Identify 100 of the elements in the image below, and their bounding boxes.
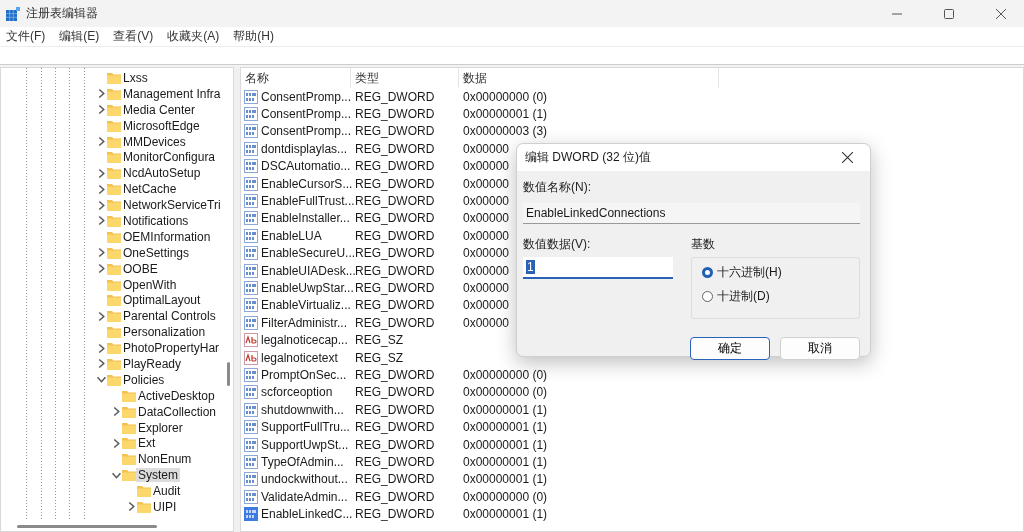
chevron-right-icon[interactable] (96, 168, 106, 178)
chevron-right-icon[interactable] (111, 438, 121, 448)
value-name[interactable]: dontdisplaylas... (260, 141, 348, 156)
string-value-icon (244, 333, 258, 348)
value-data: 0x00000001 (1) (462, 437, 548, 452)
tree-item[interactable]: System (136, 468, 180, 483)
chevron-right-icon[interactable] (96, 264, 106, 274)
tree-item[interactable]: NonEnum (136, 452, 194, 467)
menu-item[interactable]: 编辑(E) (59, 28, 100, 45)
scrollbar-thumb[interactable] (227, 362, 230, 386)
tree-item[interactable]: MicrosoftEdge (121, 118, 202, 133)
chevron-right-icon[interactable] (96, 137, 106, 146)
value-name[interactable]: ConsentPromp... (260, 124, 352, 139)
value-name[interactable]: PromptOnSec... (260, 367, 347, 382)
menu-item[interactable]: 查看(V) (113, 28, 154, 45)
radio-option[interactable]: 十六进制(H) (702, 264, 859, 281)
value-name[interactable]: EnableLUA (260, 228, 322, 243)
chevron-right-icon[interactable] (96, 359, 106, 369)
chevron-right-icon[interactable] (96, 343, 106, 353)
chevron-right-icon[interactable] (96, 184, 106, 194)
tree-item[interactable]: Management Infra (121, 86, 223, 101)
folder-icon (107, 71, 121, 84)
tree-item[interactable]: NetCache (121, 182, 179, 197)
chevron-right-icon[interactable] (111, 407, 121, 417)
folder-icon (107, 294, 121, 307)
tree-item[interactable]: Personalization (121, 325, 208, 340)
folder-icon (107, 167, 121, 180)
chevron-right-icon[interactable] (96, 89, 106, 99)
value-name[interactable]: EnableSecureU... (260, 246, 356, 261)
tree-item[interactable]: Ext (136, 436, 158, 451)
tree-item[interactable]: Explorer (136, 420, 185, 435)
value-type: REG_DWORD (354, 298, 435, 313)
value-type: REG_DWORD (354, 124, 435, 139)
tree-item[interactable]: MMDevices (121, 134, 188, 149)
value-name[interactable]: EnableCursorS... (260, 176, 353, 191)
value-name[interactable]: SupportFullTru... (260, 420, 350, 435)
binary-value-icon (244, 141, 258, 156)
value-name[interactable]: EnableLinkedC... (260, 507, 353, 522)
value-name-field[interactable]: EnableLinkedConnections (523, 203, 860, 224)
value-name[interactable]: ConsentPromp... (260, 107, 352, 122)
value-name[interactable]: scforceoption (260, 385, 333, 400)
tree-item[interactable]: OneSettings (121, 245, 192, 260)
tree-item[interactable]: OptimalLayout (121, 293, 203, 308)
column-header[interactable]: 名称 (241, 68, 351, 88)
chevron-right-icon[interactable] (96, 200, 106, 210)
menu-item[interactable]: 收藏夹(A) (167, 28, 220, 45)
chevron-right-icon[interactable] (96, 311, 106, 321)
tree-item[interactable]: UIPI (151, 500, 179, 514)
menu-item[interactable]: 文件(F) (6, 28, 46, 45)
binary-value-icon (244, 437, 258, 452)
chevron-right-icon[interactable] (96, 248, 106, 258)
value-name[interactable]: EnableUwpStar... (260, 281, 354, 295)
field-label: 数值数据(V): (523, 236, 592, 253)
tree-item[interactable]: Policies (121, 372, 167, 387)
tree-item[interactable]: Notifications (121, 213, 191, 228)
chevron-right-icon[interactable] (126, 502, 136, 512)
dialog-title: 编辑 DWORD (32 位)值 (525, 149, 652, 166)
menu-item[interactable]: 帮助(H) (233, 28, 274, 45)
tree-item[interactable]: Media Center (121, 102, 198, 117)
value-name[interactable]: shutdownwith... (260, 402, 344, 417)
tree-item[interactable]: Parental Controls (121, 309, 218, 324)
scrollbar-thumb[interactable] (17, 524, 157, 528)
tree-item[interactable]: OOBE (121, 261, 160, 276)
chevron-right-icon[interactable] (96, 105, 106, 115)
value-name[interactable]: ValidateAdmin... (260, 489, 348, 504)
value-name[interactable]: FilterAdministr... (260, 315, 347, 330)
tree-item[interactable]: PhotoPropertyHar (121, 341, 222, 356)
value-name[interactable]: EnableInstaller... (260, 211, 350, 226)
value-name[interactable]: SupportUwpSt... (260, 437, 349, 452)
column-header[interactable]: 类型 (351, 68, 459, 88)
maximize-icon (944, 8, 954, 19)
tree-item[interactable]: DataCollection (136, 404, 219, 419)
chevron-down-icon[interactable] (111, 470, 121, 480)
tree-item[interactable]: NetworkServiceTri (121, 198, 223, 213)
value-name[interactable]: undockwithout... (260, 472, 348, 487)
value-name[interactable]: EnableVirtualiz... (260, 298, 351, 313)
value-name[interactable]: ConsentPromp... (260, 89, 352, 104)
tree-item[interactable]: NcdAutoSetup (121, 166, 203, 181)
tree-item[interactable]: OEMInformation (121, 229, 213, 244)
tree-item[interactable]: Lxss (121, 70, 150, 85)
value-name[interactable]: TypeOfAdmin... (260, 454, 344, 469)
tree-item[interactable]: Audit (151, 484, 183, 499)
cancel-button[interactable]: 取消 (780, 337, 860, 360)
ok-button[interactable]: 确定 (690, 337, 770, 360)
chevron-down-icon[interactable] (96, 375, 106, 385)
tree-item[interactable]: OpenWith (121, 277, 179, 292)
column-header[interactable]: 数据 (459, 68, 719, 88)
value-name[interactable]: DSCAutomatio... (260, 159, 351, 174)
tree-item[interactable]: ActiveDesktop (136, 388, 217, 403)
radio-option[interactable]: 十进制(D) (702, 288, 859, 305)
folder-icon (107, 103, 121, 116)
value-name[interactable]: EnableFullTrust... (260, 194, 355, 209)
value-name[interactable]: EnableUIADesk... (260, 263, 356, 278)
value-name[interactable]: legalnoticecap... (260, 333, 348, 348)
value-data-field[interactable]: 1 (523, 257, 673, 279)
tree-item[interactable]: MonitorConfigura (121, 150, 218, 165)
value-name[interactable]: legalnoticetext (260, 350, 338, 365)
folder-icon (122, 469, 136, 482)
tree-item[interactable]: PlayReady (121, 356, 184, 371)
chevron-right-icon[interactable] (96, 216, 106, 226)
